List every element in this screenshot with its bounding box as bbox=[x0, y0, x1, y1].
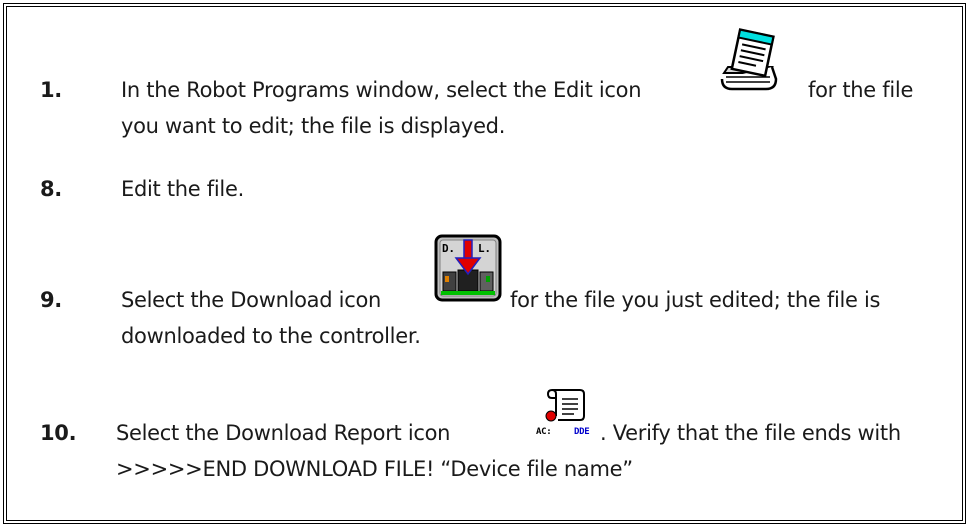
edit-notepad-icon bbox=[714, 27, 784, 107]
download-icon-label-right: L. bbox=[478, 242, 491, 255]
step-text: Edit the file. bbox=[121, 177, 244, 201]
step-text-after-icon: . Verify that the file ends with bbox=[600, 421, 901, 445]
download-icon-label-left: D. bbox=[442, 242, 455, 255]
step-text-after-icon: for the file you just edited; the file i… bbox=[510, 288, 881, 312]
step-number: 10. bbox=[40, 421, 77, 445]
download-report-icon: AC: DDE bbox=[536, 386, 602, 446]
step-text: Select the Download icon bbox=[121, 288, 381, 312]
download-icon: D. L. bbox=[434, 234, 502, 312]
step-text: In the Robot Programs window, select the… bbox=[121, 78, 642, 102]
step-number: 1. bbox=[40, 78, 62, 102]
step-text-continuation: downloaded to the controller. bbox=[121, 324, 421, 348]
step-number: 9. bbox=[40, 288, 62, 312]
step-text-after-icon: for the file bbox=[808, 78, 914, 102]
step-text: Select the Download Report icon bbox=[116, 421, 451, 445]
step-number: 8. bbox=[40, 177, 62, 201]
report-icon-label-right: DDE bbox=[574, 427, 589, 436]
step-text-continuation: >>>>>END DOWNLOAD FILE! “Device file nam… bbox=[116, 457, 633, 481]
step-text-continuation: you want to edit; the file is displayed. bbox=[121, 114, 506, 138]
report-icon-label-left: AC: bbox=[536, 427, 551, 436]
